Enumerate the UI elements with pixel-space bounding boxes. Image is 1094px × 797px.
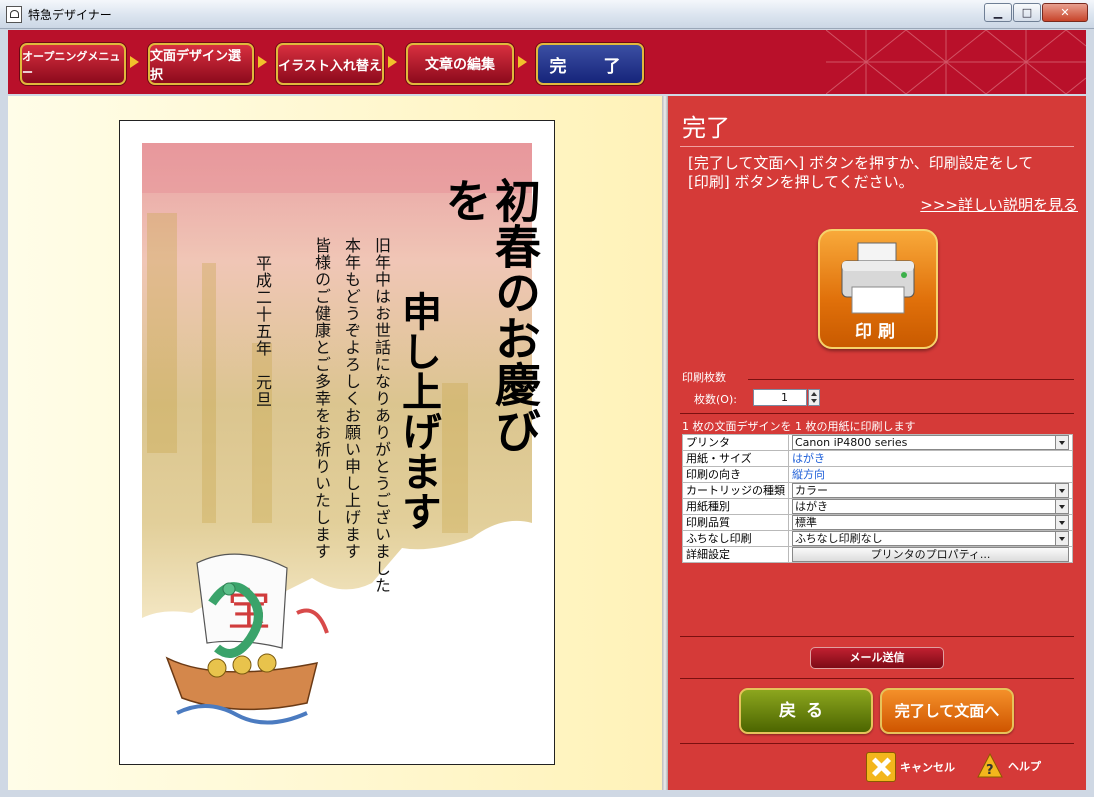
greeting-line-3: 皆様のご健康とご多幸をお祈りいたします	[312, 237, 331, 560]
step-opening-menu[interactable]: オープニングメニュー	[20, 43, 126, 85]
close-icon[interactable]: ✕	[1042, 3, 1088, 22]
setting-key: 詳細設定	[682, 546, 789, 563]
copies-input[interactable]: 1	[753, 389, 807, 406]
close-icon	[866, 752, 896, 782]
help-button[interactable]: ? ヘルプ	[976, 752, 1041, 780]
table-row: 詳細設定 プリンタのプロパティ...	[682, 546, 1073, 563]
chevron-down-icon[interactable]	[1055, 436, 1068, 449]
step-navigation: オープニングメニュー 文面デザイン選択 イラスト入れ替え 文章の編集 完 了	[8, 30, 1086, 94]
printer-properties-cell: プリンタのプロパティ...	[788, 546, 1073, 563]
chevron-down-icon[interactable]	[1055, 500, 1068, 513]
window-controls: ▁ □ ✕	[984, 3, 1088, 22]
window-title: 特急デザイナー	[28, 8, 112, 22]
greeting-line-2: 本年もどうぞよろしくお願い申し上げます	[342, 237, 361, 560]
table-row: プリンタ Canon iP4800 series	[682, 434, 1073, 451]
arrow-right-icon	[130, 56, 139, 68]
step-design-select[interactable]: 文面デザイン選択	[148, 43, 254, 85]
copies-label: 枚数(O):	[694, 393, 737, 406]
detail-explanation-link[interactable]: >>>詳しい説明を見る	[920, 194, 1078, 215]
app-icon	[6, 6, 22, 23]
table-row: カートリッジの種類 カラー	[682, 482, 1073, 499]
preview-panel: 宝 初春のお慶びを 申し上げます 旧年中はお世話になりありがとうございました 本…	[8, 96, 662, 790]
svg-text:?: ?	[986, 763, 994, 778]
back-button[interactable]: 戻る	[739, 688, 873, 734]
step-text-edit[interactable]: 文章の編集	[406, 43, 514, 85]
table-row: 印刷品質 標準	[682, 514, 1073, 531]
divider	[748, 379, 1074, 380]
arrow-right-icon	[258, 56, 267, 68]
table-row: 用紙種別 はがき	[682, 498, 1073, 515]
chevron-down-icon[interactable]	[1055, 532, 1068, 545]
chevron-down-icon[interactable]	[1055, 484, 1068, 497]
setting-key: 印刷品質	[682, 514, 789, 531]
setting-value: Canon iP4800 series	[795, 436, 908, 449]
arrow-right-icon	[388, 56, 397, 68]
divider	[680, 678, 1074, 679]
table-row: 用紙・サイズ はがき	[682, 450, 1073, 467]
setting-key: カートリッジの種類	[682, 482, 789, 499]
table-row: ふちなし印刷 ふちなし印刷なし	[682, 530, 1073, 547]
chevron-down-icon[interactable]	[1055, 516, 1068, 529]
asanoha-pattern-icon	[826, 30, 1086, 94]
paper-type-select[interactable]: はがき	[788, 498, 1073, 515]
divider	[680, 413, 1074, 414]
setting-value: カラー	[795, 484, 828, 497]
title-bar: 特急デザイナー ▁ □ ✕	[0, 0, 1094, 29]
cartridge-select[interactable]: カラー	[788, 482, 1073, 499]
finish-to-design-button[interactable]: 完了して文面へ	[880, 688, 1014, 734]
step-complete[interactable]: 完 了	[536, 43, 644, 85]
print-button[interactable]: 印刷	[818, 229, 938, 349]
help-icon: ?	[976, 752, 1004, 780]
printer-select[interactable]: Canon iP4800 series	[788, 434, 1073, 451]
divider	[680, 146, 1074, 147]
instruction-line-1: [完了して文面へ] ボタンを押すか、印刷設定をして	[688, 154, 1034, 172]
date-line: 平成二十五年 元旦	[253, 255, 272, 408]
print-summary: 1 枚の文面デザインを 1 枚の用紙に印刷します	[682, 420, 916, 433]
arrow-right-icon	[518, 56, 527, 68]
setting-value: 標準	[795, 516, 817, 529]
setting-key: ふちなし印刷	[682, 530, 789, 547]
printer-icon	[841, 242, 915, 314]
greeting-line-1: 旧年中はお世話になりありがとうございました	[372, 237, 391, 594]
copies-spinner[interactable]	[808, 389, 820, 406]
setting-value: はがき	[795, 500, 828, 513]
orientation-value[interactable]: 縦方向	[788, 466, 1073, 483]
cancel-label: キャンセル	[900, 761, 955, 774]
borderless-select[interactable]: ふちなし印刷なし	[788, 530, 1073, 547]
printer-properties-button[interactable]: プリンタのプロパティ...	[792, 547, 1069, 562]
postcard-preview: 宝 初春のお慶びを 申し上げます 旧年中はお世話になりありがとうございました 本…	[119, 120, 555, 765]
greeting-calligraphy-1: 初春のお慶びを	[438, 177, 542, 453]
setting-key: 印刷の向き	[682, 466, 789, 483]
instruction-line-2: [印刷] ボタンを押してください。	[688, 173, 914, 191]
quality-select[interactable]: 標準	[788, 514, 1073, 531]
panel-title: 完了	[682, 114, 730, 142]
copies-section-label: 印刷枚数	[682, 371, 726, 384]
step-illust-replace[interactable]: イラスト入れ替え	[276, 43, 384, 85]
greeting-calligraphy-2: 申し上げます	[395, 291, 442, 531]
print-settings-table: プリンタ Canon iP4800 series 用紙・サイズ はがき 印刷の向…	[682, 434, 1073, 563]
divider	[680, 743, 1074, 744]
send-mail-button[interactable]: メール送信	[810, 647, 944, 669]
setting-value: ふちなし印刷なし	[795, 532, 883, 545]
complete-panel: 完了 [完了して文面へ] ボタンを押すか、印刷設定をして [印刷] ボタンを押し…	[668, 96, 1086, 790]
cancel-button[interactable]: キャンセル	[866, 752, 955, 782]
setting-key: 用紙種別	[682, 498, 789, 515]
maximize-icon[interactable]: □	[1013, 3, 1041, 22]
table-row: 印刷の向き 縦方向	[682, 466, 1073, 483]
instruction-text: [完了して文面へ] ボタンを押すか、印刷設定をして [印刷] ボタンを押してくだ…	[688, 154, 1078, 192]
setting-key: 用紙・サイズ	[682, 450, 789, 467]
print-button-label: 印刷	[855, 322, 901, 342]
help-label: ヘルプ	[1008, 760, 1041, 773]
setting-key: プリンタ	[682, 434, 789, 451]
paper-size-value[interactable]: はがき	[788, 450, 1073, 467]
minimize-icon[interactable]: ▁	[984, 3, 1012, 22]
divider	[680, 636, 1074, 637]
